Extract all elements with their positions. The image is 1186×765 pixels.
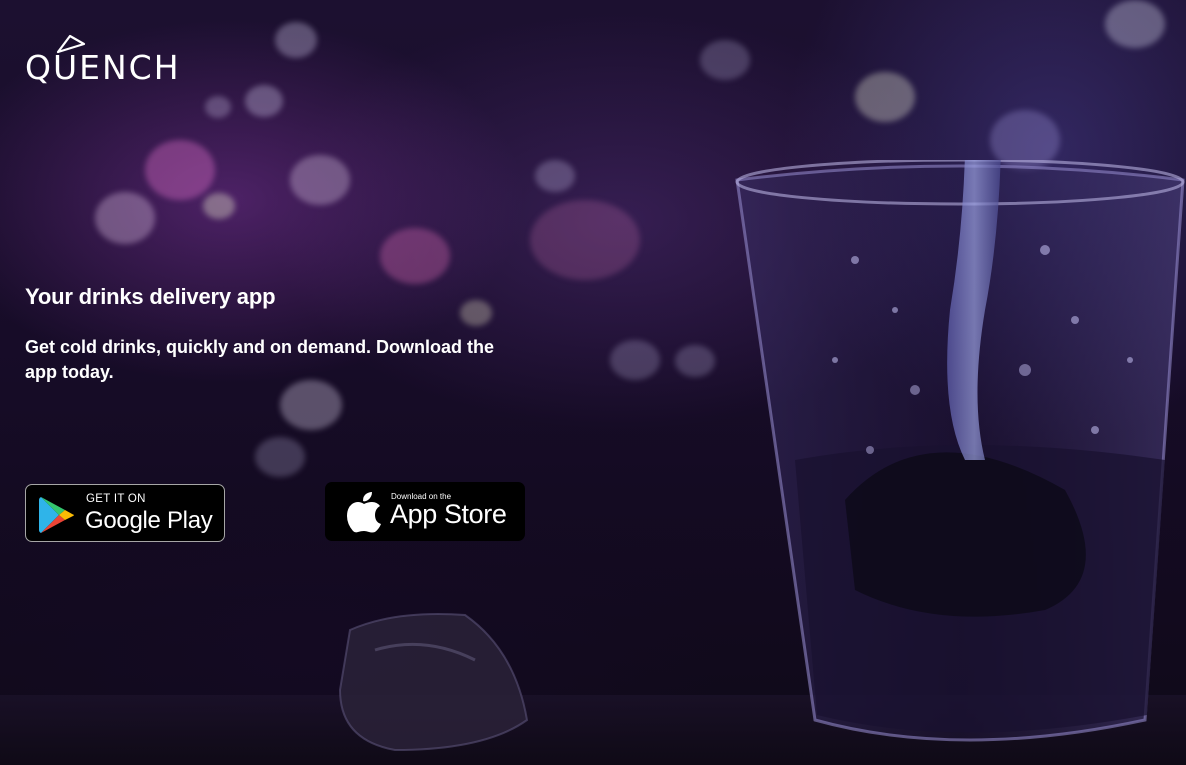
bokeh-light (1105, 0, 1165, 48)
bokeh-light (700, 40, 750, 80)
bokeh-light (255, 437, 305, 477)
bokeh-light (535, 160, 575, 192)
bokeh-light (855, 72, 915, 122)
google-play-badge[interactable]: GET IT ON Google Play (25, 484, 225, 542)
bokeh-light (203, 193, 235, 219)
apple-icon (347, 492, 381, 533)
ice-cube-illustration (338, 613, 529, 752)
glass-illustration (735, 160, 1185, 742)
bokeh-light (290, 155, 350, 205)
bokeh-light (380, 228, 450, 284)
bokeh-light (675, 345, 715, 377)
bokeh-light (460, 300, 492, 326)
bokeh-light (145, 140, 215, 200)
bokeh-light (95, 192, 155, 244)
quench-logo[interactable]: QUENCH (25, 34, 190, 88)
landing-page: QUENCH Your drinks delivery app Get cold… (0, 0, 1186, 765)
bokeh-light (530, 200, 640, 280)
hero-headline: Your drinks delivery app (25, 284, 276, 309)
bokeh-light (205, 96, 231, 118)
google-play-small-label: GET IT ON (86, 493, 146, 505)
bokeh-light (245, 85, 283, 117)
google-play-icon (39, 497, 74, 533)
logo-text: QUENCH (25, 48, 181, 87)
bokeh-light (275, 22, 317, 58)
hero-subtext: Get cold drinks, quickly and on demand. … (25, 337, 495, 382)
bokeh-light (610, 340, 660, 380)
app-store-badge[interactable]: Download on the App Store (325, 482, 525, 541)
bokeh-light (280, 380, 342, 430)
google-play-label: Google Play (85, 507, 213, 534)
app-store-label: App Store (390, 499, 507, 529)
